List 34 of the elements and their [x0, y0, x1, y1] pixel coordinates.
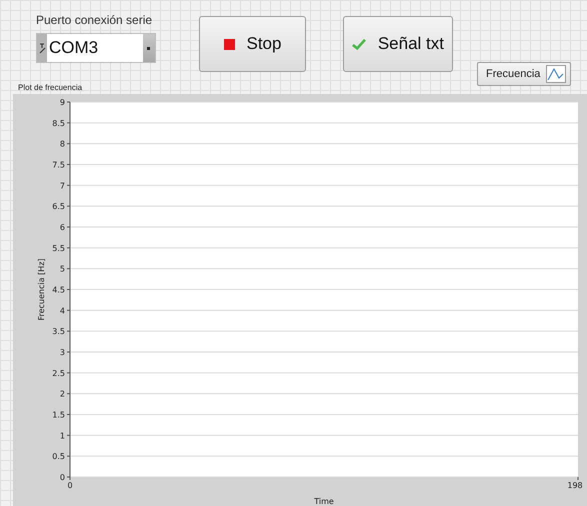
graph-title: Plot de frecuencia — [18, 82, 84, 94]
check-icon — [352, 38, 366, 50]
y-tick-label: 5 — [60, 264, 65, 274]
y-tick-label: 8.5 — [52, 118, 65, 128]
port-dropdown[interactable]: COM3 — [36, 33, 156, 63]
y-tick-label: 4 — [60, 306, 65, 316]
y-tick-label: 5.5 — [52, 244, 65, 253]
y-tick-label: 9 — [60, 98, 65, 107]
y-tick-label: 3.5 — [52, 327, 65, 336]
x-tick-label: 198 — [567, 481, 583, 490]
y-tick-label: 8 — [60, 140, 65, 149]
y-tick-label: 6.5 — [52, 202, 65, 212]
y-tick-label: 4.5 — [52, 286, 65, 294]
y-tick-label: 6 — [60, 223, 65, 232]
y-tick-label: 1.5 — [52, 410, 65, 420]
line-style-icon — [546, 65, 566, 83]
stop-button[interactable]: Stop — [199, 16, 306, 72]
io-icon — [38, 42, 46, 54]
toggle-button[interactable]: Señal txt — [343, 16, 453, 72]
y-tick-label: 1 — [60, 431, 65, 440]
y-tick-label: 2 — [60, 390, 65, 399]
plot-legend[interactable]: Frecuencia — [477, 62, 572, 86]
port-label: Puerto conexión serie — [36, 12, 154, 28]
y-tick-label: 2.5 — [52, 368, 65, 378]
stop-square-icon — [224, 38, 234, 50]
y-tick-label: 7 — [60, 181, 65, 190]
dropdown-caret-icon — [147, 46, 151, 50]
y-tick-label: 7.5 — [52, 160, 65, 170]
y-axis-title: Frecuencia [Hz] — [37, 258, 46, 321]
y-tick-label: 0.5 — [52, 452, 65, 462]
y-tick-label: 0 — [60, 473, 65, 482]
x-tick-label: 0 — [67, 481, 73, 490]
x-axis-title: Time — [314, 497, 334, 506]
y-tick-label: 3 — [60, 348, 65, 357]
